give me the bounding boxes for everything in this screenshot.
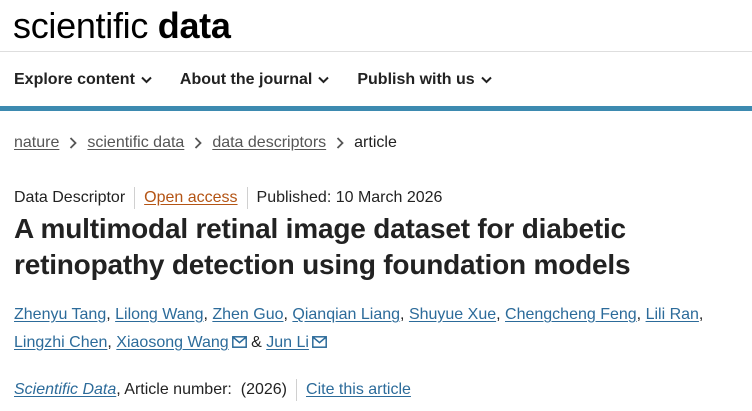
author-link[interactable]: Shuyue Xue — [409, 306, 496, 323]
chevron-down-icon — [318, 76, 330, 84]
citation-line: Scientific Data , Article number: (2026)… — [14, 379, 411, 401]
author-link[interactable]: Zhenyu Tang — [14, 306, 106, 323]
accent-bar — [0, 106, 752, 111]
nav-publish-with-us[interactable]: Publish with us — [357, 71, 492, 89]
logo-text-light: scientific — [13, 5, 149, 46]
cite-this-article-link[interactable]: Cite this article — [306, 381, 411, 399]
author-list: Zhenyu Tang, Lilong Wang, Zhen Guo, Qian… — [14, 301, 742, 358]
chevron-right-icon — [336, 137, 344, 149]
chevron-right-icon — [194, 137, 203, 149]
chevron-down-icon — [480, 76, 492, 84]
citation-divider — [296, 379, 298, 401]
author-link[interactable]: Lilong Wang — [115, 306, 203, 323]
breadcrumb: nature scientific data data descriptors … — [14, 132, 397, 154]
published-date: Published: 10 March 2026 — [256, 189, 443, 206]
nav-item-label: Explore content — [14, 71, 135, 88]
nav-about-journal[interactable]: About the journal — [179, 71, 330, 89]
journal-link[interactable]: Scientific Data — [14, 381, 116, 399]
author-link[interactable]: Zhen Guo — [212, 306, 283, 323]
meta-divider — [246, 187, 248, 209]
author-link[interactable]: Lingzhi Chen — [14, 334, 107, 351]
nav-explore-content[interactable]: Explore content — [14, 71, 152, 89]
author-link[interactable]: Xiaosong Wang — [116, 334, 228, 351]
breadcrumb-data-descriptors[interactable]: data descriptors — [212, 134, 326, 152]
author-link[interactable]: Chengcheng Feng — [505, 306, 637, 323]
article-type: Data Descriptor — [14, 189, 126, 206]
meta-divider — [134, 187, 136, 209]
logo-text-bold: data — [157, 5, 231, 46]
open-access-link[interactable]: Open access — [144, 189, 237, 207]
author-link[interactable]: Lili Ran — [646, 306, 699, 323]
chevron-down-icon — [141, 76, 152, 84]
nav-item-label: Publish with us — [357, 71, 475, 88]
breadcrumb-current: article — [354, 134, 397, 151]
article-meta: Data Descriptor Open access Published: 1… — [14, 187, 442, 209]
mail-icon[interactable] — [311, 330, 327, 358]
breadcrumb-nature[interactable]: nature — [14, 134, 59, 152]
header-divider — [0, 51, 752, 52]
nav-item-label: About the journal — [179, 71, 313, 88]
breadcrumb-scientific-data[interactable]: scientific data — [87, 134, 184, 152]
main-nav: Explore content About the journal Publis… — [14, 68, 520, 92]
mail-icon[interactable] — [231, 330, 247, 358]
author-link[interactable]: Qianqian Liang — [292, 306, 400, 323]
author-link[interactable]: Jun Li — [266, 334, 309, 351]
journal-logo[interactable]: scientific data — [13, 4, 231, 48]
article-number: , Article number: (2026) — [116, 381, 288, 398]
article-title: A multimodal retinal image dataset for d… — [14, 213, 631, 280]
chevron-right-icon — [69, 137, 78, 149]
